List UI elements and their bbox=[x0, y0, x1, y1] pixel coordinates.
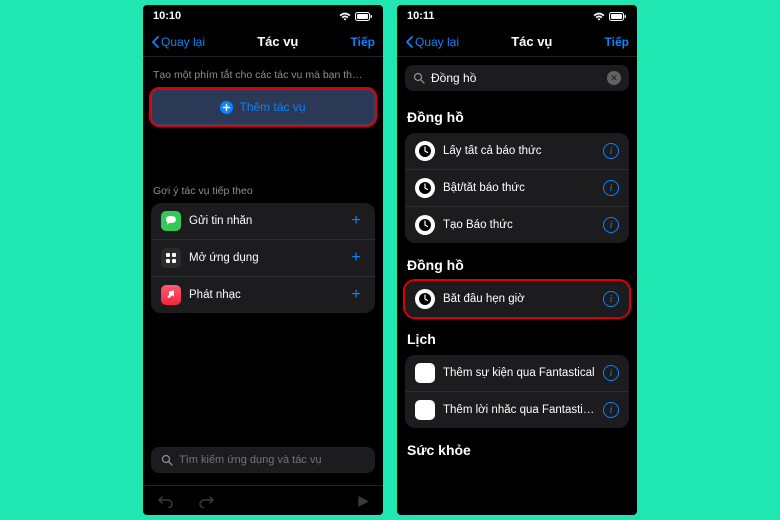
section-calendar: Lịch bbox=[407, 331, 627, 347]
section-health: Sức khỏe bbox=[407, 442, 627, 458]
fantastical-icon bbox=[415, 363, 435, 383]
wifi-icon bbox=[593, 12, 605, 21]
nav-title: Tác vụ bbox=[511, 34, 552, 49]
action-label: Bật/tắt báo thức bbox=[443, 182, 595, 194]
music-icon bbox=[161, 285, 181, 305]
nav-bar: Quay lại Tác vụ Tiếp bbox=[143, 27, 383, 57]
info-icon[interactable]: i bbox=[603, 180, 619, 196]
suggestion-send-message[interactable]: Gửi tin nhắn + bbox=[151, 203, 375, 240]
clock-icon bbox=[415, 289, 435, 309]
suggestion-label: Phát nhạc bbox=[189, 289, 339, 301]
phone-screenshot-left: 10:10 Quay lại Tác vụ Tiếp Tạo một phím … bbox=[143, 5, 383, 515]
nav-bar: Quay lại Tác vụ Tiếp bbox=[397, 27, 637, 57]
action-group-clock2: Bắt đầu hẹn giờ i bbox=[405, 281, 629, 317]
battery-icon bbox=[355, 12, 373, 21]
status-bar: 10:11 bbox=[397, 5, 637, 27]
add-icon[interactable]: + bbox=[347, 212, 365, 230]
suggestion-label: Gửi tin nhắn bbox=[189, 215, 339, 227]
status-indicators bbox=[339, 12, 373, 21]
action-label: Lấy tất cả báo thức bbox=[443, 145, 595, 157]
wifi-icon bbox=[339, 12, 351, 21]
info-icon[interactable]: i bbox=[603, 402, 619, 418]
clear-search-icon[interactable]: ✕ bbox=[607, 71, 621, 85]
redo-icon[interactable] bbox=[197, 494, 215, 508]
search-bar[interactable] bbox=[151, 447, 375, 473]
nav-title: Tác vụ bbox=[257, 34, 298, 49]
back-button[interactable]: Quay lại bbox=[151, 35, 205, 49]
plus-circle-icon bbox=[220, 101, 233, 114]
toolbar: ▶ bbox=[143, 485, 383, 515]
back-button[interactable]: Quay lại bbox=[405, 35, 459, 49]
info-icon[interactable]: i bbox=[603, 143, 619, 159]
status-indicators bbox=[593, 12, 627, 21]
status-time: 10:11 bbox=[407, 10, 435, 22]
action-start-timer[interactable]: Bắt đầu hẹn giờ i bbox=[405, 281, 629, 317]
search-icon bbox=[161, 454, 173, 466]
suggestion-label: Mở ứng dụng bbox=[189, 252, 339, 264]
undo-icon[interactable] bbox=[157, 494, 175, 508]
chevron-left-icon bbox=[405, 36, 413, 48]
action-add-reminder-fantastical[interactable]: Thêm lời nhắc qua Fantastical i bbox=[405, 392, 629, 428]
chevron-left-icon bbox=[151, 36, 159, 48]
search-input[interactable] bbox=[179, 454, 365, 466]
action-group-calendar: Thêm sự kiện qua Fantastical i Thêm lời … bbox=[405, 355, 629, 428]
action-get-all-alarms[interactable]: Lấy tất cả báo thức i bbox=[405, 133, 629, 170]
back-label: Quay lại bbox=[415, 35, 459, 49]
search-bar[interactable]: Đồng hồ ✕ bbox=[405, 65, 629, 91]
action-label: Thêm lời nhắc qua Fantastical bbox=[443, 404, 595, 416]
content-area: Tạo một phím tắt cho các tác vụ mà bạn t… bbox=[143, 57, 383, 485]
suggestions-label: Gợi ý tác vụ tiếp theo bbox=[153, 185, 373, 197]
add-icon[interactable]: + bbox=[347, 249, 365, 267]
action-group-clock1: Lấy tất cả báo thức i Bật/tắt báo thức i… bbox=[405, 133, 629, 243]
status-bar: 10:10 bbox=[143, 5, 383, 27]
add-icon[interactable]: + bbox=[347, 286, 365, 304]
next-button[interactable]: Tiếp bbox=[351, 35, 375, 49]
info-icon[interactable]: i bbox=[603, 365, 619, 381]
add-action-button[interactable]: Thêm tác vụ bbox=[151, 89, 375, 125]
action-label: Tạo Báo thức bbox=[443, 219, 595, 231]
action-label: Bắt đầu hẹn giờ bbox=[443, 293, 595, 305]
clock-icon bbox=[415, 141, 435, 161]
action-label: Thêm sự kiện qua Fantastical bbox=[443, 367, 595, 379]
fantastical-icon bbox=[415, 400, 435, 420]
next-button[interactable]: Tiếp bbox=[605, 35, 629, 49]
suggestions-group: Gửi tin nhắn + Mở ứng dụng + Phát nhạc + bbox=[151, 203, 375, 313]
suggestion-play-music[interactable]: Phát nhạc + bbox=[151, 277, 375, 313]
clock-icon bbox=[415, 178, 435, 198]
clock-icon bbox=[415, 215, 435, 235]
battery-icon bbox=[609, 12, 627, 21]
action-add-event-fantastical[interactable]: Thêm sự kiện qua Fantastical i bbox=[405, 355, 629, 392]
search-value: Đồng hồ bbox=[431, 71, 601, 85]
section-clock: Đồng hồ bbox=[407, 109, 627, 125]
action-create-alarm[interactable]: Tạo Báo thức i bbox=[405, 207, 629, 243]
info-icon[interactable]: i bbox=[603, 291, 619, 307]
apps-grid-icon bbox=[161, 248, 181, 268]
suggestion-open-app[interactable]: Mở ứng dụng + bbox=[151, 240, 375, 277]
shortcut-hint: Tạo một phím tắt cho các tác vụ mà bạn t… bbox=[153, 69, 373, 81]
section-clock2: Đồng hồ bbox=[407, 257, 627, 273]
back-label: Quay lại bbox=[161, 35, 205, 49]
info-icon[interactable]: i bbox=[603, 217, 619, 233]
play-icon[interactable]: ▶ bbox=[358, 492, 369, 509]
messages-icon bbox=[161, 211, 181, 231]
add-action-label: Thêm tác vụ bbox=[239, 100, 305, 114]
action-toggle-alarm[interactable]: Bật/tắt báo thức i bbox=[405, 170, 629, 207]
status-time: 10:10 bbox=[153, 10, 181, 22]
search-icon bbox=[413, 72, 425, 84]
content-area: Đồng hồ ✕ Đồng hồ Lấy tất cả báo thức i … bbox=[397, 57, 637, 515]
phone-screenshot-right: 10:11 Quay lại Tác vụ Tiếp Đồng hồ ✕ Đồn… bbox=[397, 5, 637, 515]
